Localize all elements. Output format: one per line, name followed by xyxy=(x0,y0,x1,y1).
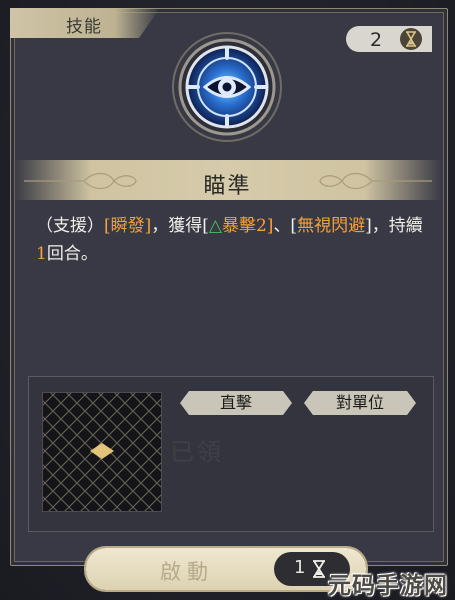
desc-crit: 暴擊2] xyxy=(221,216,274,236)
desc-duration: ]，持續 xyxy=(365,216,423,236)
range-grid xyxy=(42,392,162,512)
tag-single-target: 對單位 xyxy=(304,391,416,415)
watermark: 元码手游网 xyxy=(328,573,448,599)
tag-direct-hit: 直擊 xyxy=(180,391,292,415)
desc-turns: 1 xyxy=(36,244,47,264)
desc-instant: [瞬發] xyxy=(104,216,152,236)
desc-end: 回合。 xyxy=(46,244,98,264)
skill-description: （支援）[瞬發]，獲得[△暴擊2]、[無視閃避]，持續 1回合。 xyxy=(36,212,428,268)
buff-triangle-icon: △ xyxy=(208,216,222,236)
desc-gain: ，獲得[ xyxy=(151,216,209,236)
activate-label: 啟動 xyxy=(160,560,214,584)
counter-value: 2 xyxy=(370,29,383,51)
faint-background-text: 已領 xyxy=(170,438,224,466)
desc-sep: 、[ xyxy=(273,216,298,236)
skill-name: 瞄準 xyxy=(203,174,252,199)
eye-icon xyxy=(172,32,282,142)
cost-value: 1 xyxy=(294,557,306,578)
panel-title: 技能 xyxy=(66,17,102,37)
hourglass-icon xyxy=(400,28,422,50)
desc-ignore-evade: 無視閃避 xyxy=(297,216,366,236)
desc-support: （支援） xyxy=(36,216,104,236)
